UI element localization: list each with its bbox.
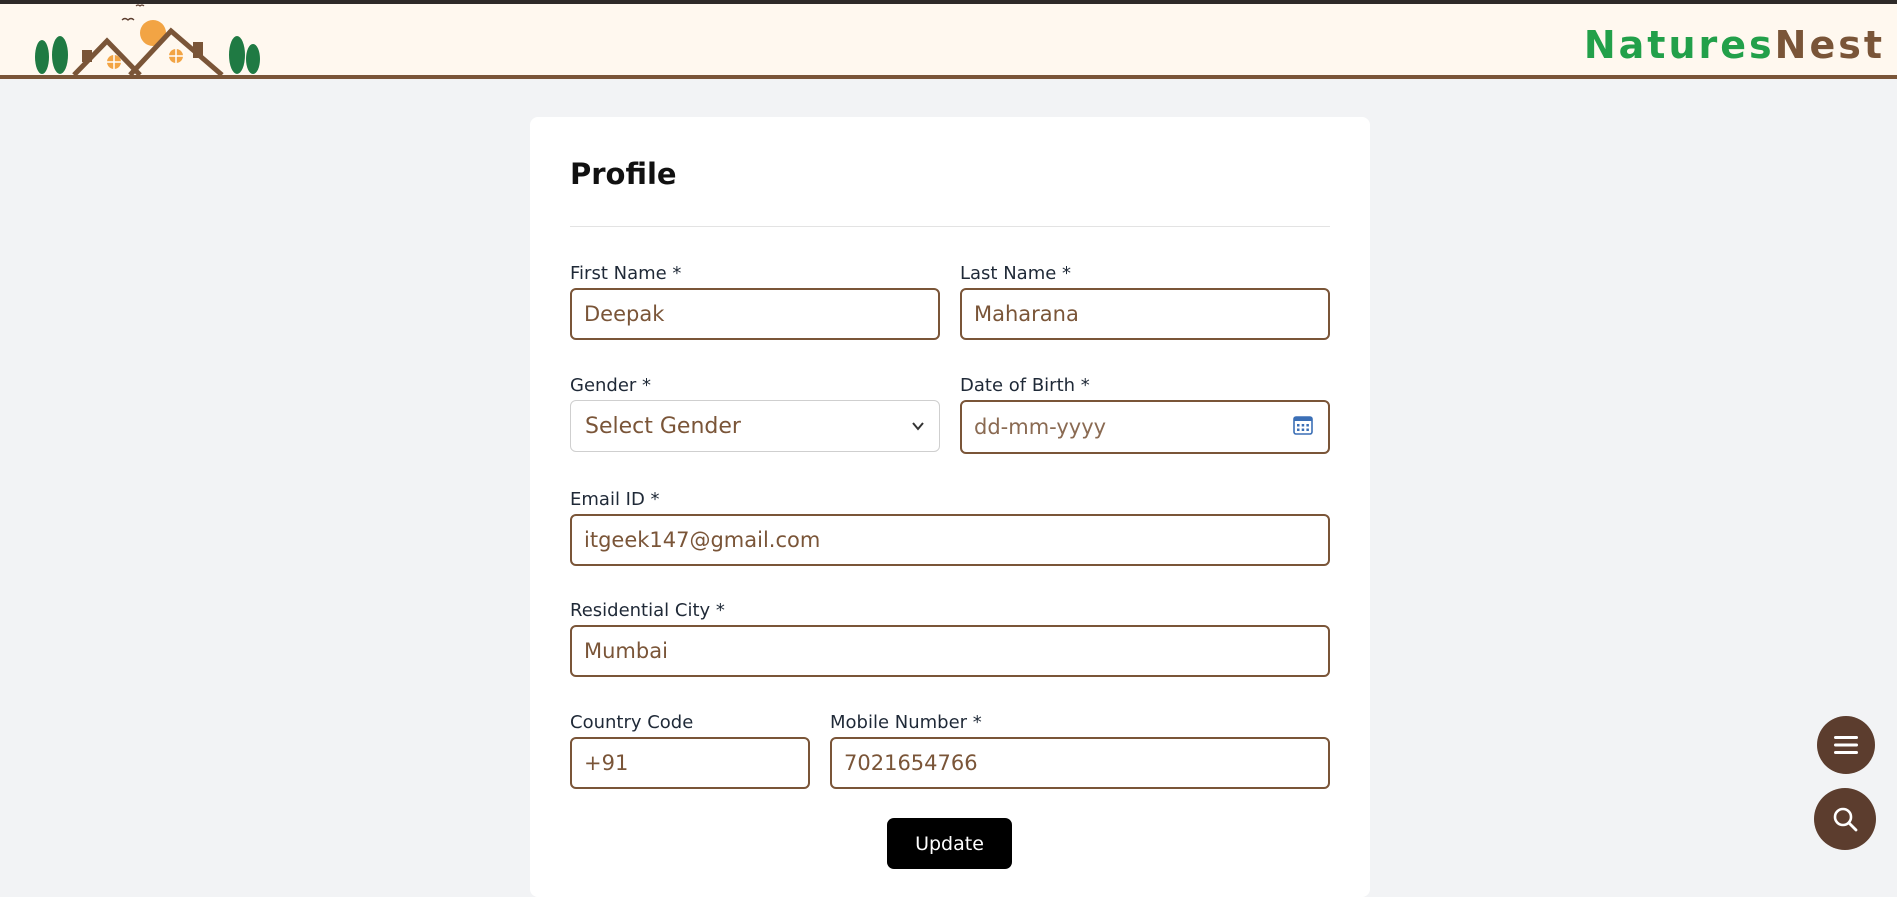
- dob-field-wrapper: [960, 400, 1330, 454]
- brand-name[interactable]: NaturesNest: [1584, 26, 1885, 64]
- page-title: Profile: [570, 157, 677, 191]
- search-fab[interactable]: [1814, 788, 1876, 850]
- country-code-input[interactable]: [570, 737, 810, 789]
- update-button[interactable]: Update: [887, 818, 1012, 869]
- gender-selected-value: Select Gender: [585, 413, 741, 439]
- email-label: Email ID *: [570, 489, 660, 510]
- dob-input[interactable]: [960, 400, 1330, 454]
- menu-fab[interactable]: [1817, 716, 1875, 774]
- brand-part-nest: Nest: [1774, 23, 1885, 67]
- calendar-icon[interactable]: [1292, 414, 1314, 436]
- logo-houses-icon[interactable]: [30, 4, 270, 79]
- last-name-input[interactable]: [960, 288, 1330, 340]
- mobile-label: Mobile Number *: [830, 712, 982, 733]
- city-input[interactable]: [570, 625, 1330, 677]
- email-input[interactable]: [570, 514, 1330, 566]
- title-divider: [570, 226, 1330, 227]
- city-label: Residential City *: [570, 600, 725, 621]
- hamburger-icon: [1834, 736, 1858, 754]
- country-code-label: Country Code: [570, 712, 694, 733]
- search-icon: [1833, 807, 1858, 832]
- site-header: NaturesNest: [0, 4, 1897, 79]
- mobile-input[interactable]: [830, 737, 1330, 789]
- profile-card: Profile First Name * Last Name * Gender …: [530, 117, 1370, 897]
- last-name-label: Last Name *: [960, 263, 1072, 284]
- first-name-input[interactable]: [570, 288, 940, 340]
- chevron-down-icon: [912, 422, 924, 431]
- gender-label: Gender *: [570, 375, 652, 396]
- gender-select[interactable]: Select Gender: [570, 400, 940, 452]
- dob-label: Date of Birth *: [960, 375, 1090, 396]
- first-name-label: First Name *: [570, 263, 682, 284]
- brand-part-natures: Natures: [1583, 23, 1775, 67]
